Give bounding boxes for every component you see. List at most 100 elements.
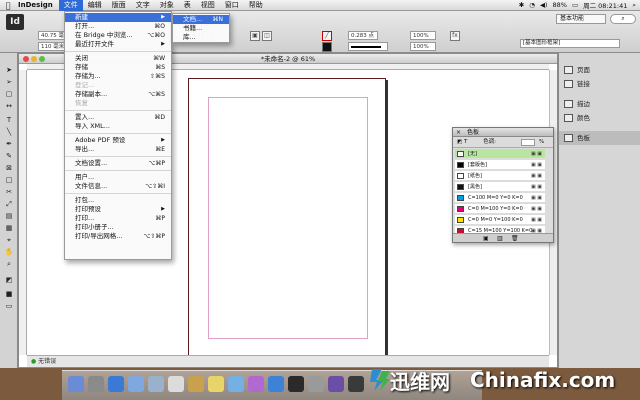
- swatch-row[interactable]: [无] ▣ ▣: [455, 149, 545, 159]
- finder-icon[interactable]: [68, 376, 84, 392]
- note-tool-icon[interactable]: ▦: [3, 223, 15, 233]
- panel-pages[interactable]: 页面: [559, 63, 640, 77]
- file-menu-item[interactable]: Adobe PDF 预设 ▶: [65, 136, 171, 145]
- menu-layout[interactable]: 版面: [107, 0, 131, 11]
- swatches-panel-header[interactable]: × 色板: [453, 128, 553, 137]
- search-input[interactable]: ⌕: [610, 14, 636, 24]
- file-menu-item[interactable]: 置入... ⌘D: [65, 113, 171, 122]
- address-book-icon[interactable]: [188, 376, 204, 392]
- object-style-select[interactable]: [基本图形框架]: [520, 39, 620, 48]
- free-transform-tool-icon[interactable]: ⤢: [3, 199, 15, 209]
- pencil-tool-icon[interactable]: ✎: [3, 151, 15, 161]
- selection-tool-icon[interactable]: ➤: [3, 65, 15, 75]
- stroke-weight-field[interactable]: 0.283 点: [348, 31, 378, 40]
- type-tool-icon[interactable]: T: [3, 115, 15, 125]
- panel-swatches[interactable]: 色板: [559, 131, 640, 145]
- menu-file[interactable]: 文件: [58, 0, 83, 11]
- select-container-icon[interactable]: ▣: [250, 31, 260, 41]
- swatch-row[interactable]: [套版色] ▣ ▣: [455, 160, 545, 170]
- gap-tool-icon[interactable]: ↔: [3, 101, 15, 111]
- bluetooth-icon[interactable]: ✱: [519, 1, 524, 9]
- line-tool-icon[interactable]: ╲: [3, 127, 15, 137]
- safari-icon[interactable]: [108, 376, 124, 392]
- panel-stroke[interactable]: 描边: [559, 97, 640, 111]
- swatch-row[interactable]: [黑色] ▣ ▣: [455, 182, 545, 192]
- workspace-select[interactable]: 基本功能: [556, 14, 606, 24]
- volume-icon[interactable]: ◀): [540, 1, 548, 9]
- panel-links[interactable]: 链接: [559, 77, 640, 91]
- close-window-icon[interactable]: [23, 56, 29, 62]
- view-mode-icon[interactable]: ▭: [3, 301, 15, 311]
- menu-edit[interactable]: 编辑: [83, 0, 107, 11]
- menu-view[interactable]: 视图: [196, 0, 220, 11]
- panel-color[interactable]: 颜色: [559, 111, 640, 125]
- menu-window[interactable]: 窗口: [220, 0, 244, 11]
- itunes-icon[interactable]: [228, 376, 244, 392]
- new-submenu-item[interactable]: 库...: [173, 33, 229, 42]
- rectangle-frame-tool-icon[interactable]: ⊠: [3, 163, 15, 173]
- select-content-icon[interactable]: ◫: [262, 31, 272, 41]
- file-menu-item[interactable]: 导出... ⌘E: [65, 145, 171, 154]
- hand-tool-icon[interactable]: ✋: [3, 247, 15, 257]
- minimize-window-icon[interactable]: [31, 56, 37, 62]
- swatch-view-icon[interactable]: ▥: [497, 235, 503, 242]
- fill-stroke-toggle-icon[interactable]: ◩: [457, 139, 462, 145]
- ichat-icon[interactable]: [148, 376, 164, 392]
- fill-swatch-icon[interactable]: ╱: [322, 31, 332, 41]
- battery-status[interactable]: 88%: [552, 1, 566, 9]
- iphoto-icon[interactable]: [248, 376, 264, 392]
- menu-table[interactable]: 表: [179, 0, 196, 11]
- vertical-ruler[interactable]: [19, 70, 27, 355]
- new-submenu-item[interactable]: 书籍...: [173, 24, 229, 33]
- menu-help[interactable]: 帮助: [244, 0, 268, 11]
- zoom-window-icon[interactable]: [39, 56, 45, 62]
- swatch-row[interactable]: C=0 M=0 Y=100 K=0 ▣ ▣: [455, 215, 545, 225]
- new-swatch-icon[interactable]: ▣: [483, 235, 489, 242]
- scale-y-field[interactable]: 100%: [410, 42, 436, 51]
- preview-icon[interactable]: [208, 376, 224, 392]
- swatch-row[interactable]: C=0 M=100 Y=0 K=0 ▣ ▣: [455, 204, 545, 214]
- fill-stroke-icon[interactable]: ◩: [3, 275, 15, 285]
- swatch-row[interactable]: [纸色] ▣ ▣: [455, 171, 545, 181]
- zoom-tool-icon[interactable]: ⌕: [3, 259, 15, 269]
- scissors-tool-icon[interactable]: ✂: [3, 187, 15, 197]
- file-menu-item[interactable]: 导入 XML...: [65, 122, 171, 131]
- file-menu-item[interactable]: 存储为... ⇧⌘S: [65, 72, 171, 81]
- dashboard-icon[interactable]: [88, 376, 104, 392]
- fx-icon[interactable]: fx: [450, 31, 460, 41]
- file-menu-item[interactable]: 文档设置... ⌥⌘P: [65, 159, 171, 168]
- file-menu-item[interactable]: 打包...: [65, 196, 171, 205]
- file-menu-item[interactable]: 关闭 ⌘W: [65, 54, 171, 63]
- file-menu-item[interactable]: 打开... ⌘O: [65, 22, 171, 31]
- panel-close-icon[interactable]: ×: [456, 128, 461, 137]
- file-menu-item[interactable]: 在 Bridge 中浏览... ⌥⌘O: [65, 31, 171, 40]
- file-menu-item[interactable]: 打印小册子...: [65, 223, 171, 232]
- file-menu-item[interactable]: 打印/导出网格... ⌥⇧⌘P: [65, 232, 171, 241]
- indesign-dock-icon[interactable]: [328, 376, 344, 392]
- file-menu-item[interactable]: 打印预设 ▶: [65, 205, 171, 214]
- file-menu-item[interactable]: 最近打开文件 ▶: [65, 40, 171, 49]
- delete-swatch-icon[interactable]: 🗑: [511, 235, 519, 242]
- calendar-icon[interactable]: [168, 376, 184, 392]
- file-menu-item[interactable]: 新建 ▶: [65, 13, 171, 22]
- spotlight-icon[interactable]: ⌕: [632, 1, 636, 10]
- file-menu-item[interactable]: 用户...: [65, 173, 171, 182]
- time-machine-icon[interactable]: [288, 376, 304, 392]
- file-menu-item[interactable]: 存储副本... ⌥⌘S: [65, 90, 171, 99]
- document-page[interactable]: [188, 78, 386, 357]
- scale-x-field[interactable]: 100%: [410, 31, 436, 40]
- app-name-menu[interactable]: InDesign: [16, 1, 59, 9]
- mail-icon[interactable]: [128, 376, 144, 392]
- preflight-status[interactable]: 无错误: [38, 358, 56, 365]
- gradient-tool-icon[interactable]: ▤: [3, 211, 15, 221]
- apply-color-icon[interactable]: ■: [3, 289, 15, 299]
- menu-object[interactable]: 对象: [155, 0, 179, 11]
- swatch-row[interactable]: C=100 M=0 Y=0 K=0 ▣ ▣: [455, 193, 545, 203]
- pen-tool-icon[interactable]: ✒: [3, 139, 15, 149]
- file-menu-item[interactable]: 存储 ⌘S: [65, 63, 171, 72]
- file-menu-item[interactable]: 打印... ⌘P: [65, 214, 171, 223]
- stroke-type-select[interactable]: [348, 42, 388, 51]
- rectangle-tool-icon[interactable]: □: [3, 175, 15, 185]
- menu-type[interactable]: 文字: [131, 0, 155, 11]
- wifi-icon[interactable]: ◔: [529, 1, 535, 9]
